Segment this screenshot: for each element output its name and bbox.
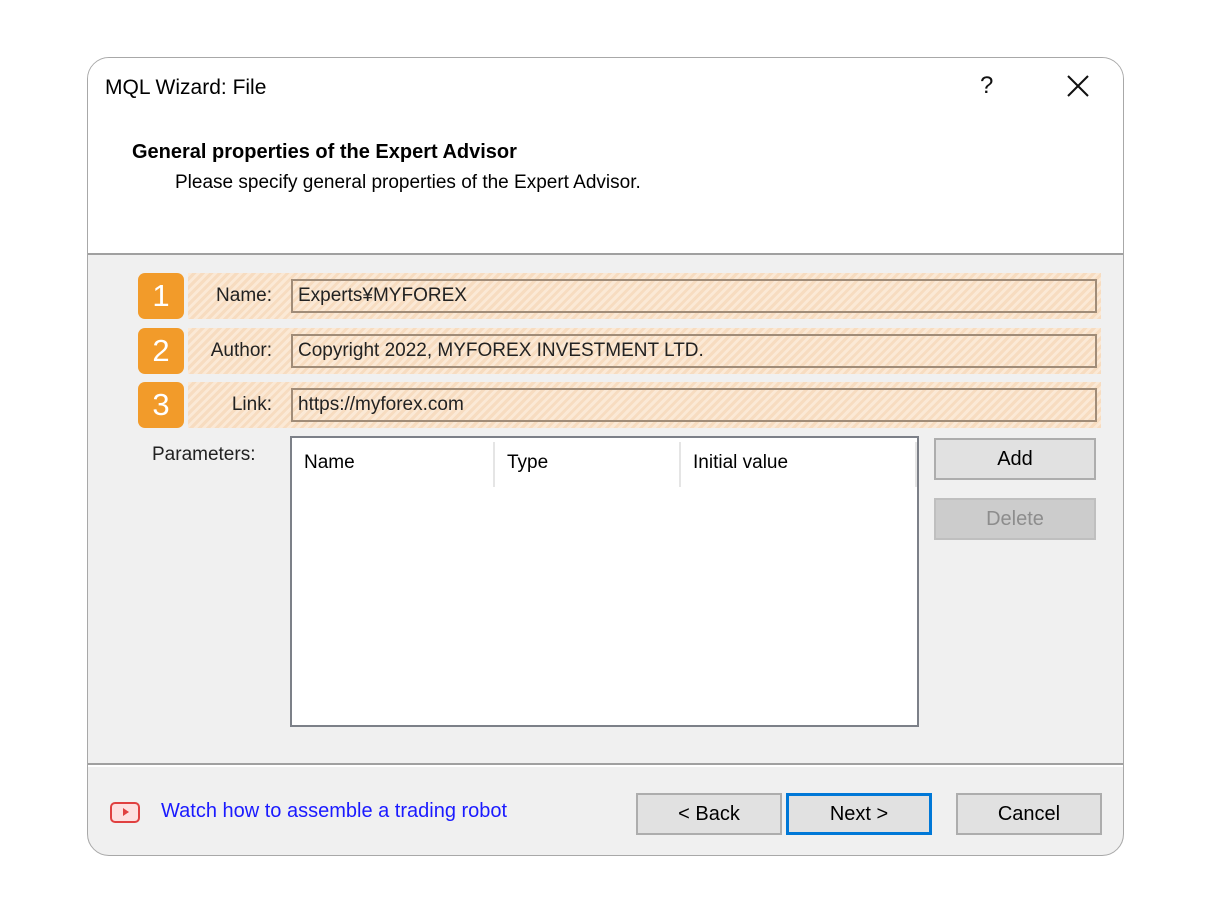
column-header-name[interactable]: Name <box>292 438 493 486</box>
page-heading: General properties of the Expert Advisor <box>132 141 517 163</box>
parameters-label: Parameters: <box>152 444 256 465</box>
step-badge-2: 2 <box>138 328 184 374</box>
step-badge-1: 1 <box>138 273 184 319</box>
page-subheading: Please specify general properties of the… <box>175 172 641 193</box>
name-input[interactable]: Experts¥MYFOREX <box>291 279 1097 313</box>
delete-button[interactable]: Delete <box>934 498 1096 540</box>
column-header-type[interactable]: Type <box>495 438 679 486</box>
link-label: Link: <box>231 394 272 415</box>
watch-video-link[interactable]: Watch how to assemble a trading robot <box>161 800 507 823</box>
mql-wizard-dialog: MQL Wizard: File ? General properties of… <box>87 57 1124 856</box>
parameters-list[interactable]: Name Type Initial value <box>290 436 919 727</box>
dialog-header: MQL Wizard: File ? General properties of… <box>88 58 1123 255</box>
back-button[interactable]: < Back <box>636 793 782 835</box>
footer-divider <box>88 763 1123 767</box>
author-input[interactable]: Copyright 2022, MYFOREX INVESTMENT LTD. <box>291 334 1097 368</box>
name-row: Name: Experts¥MYFOREX <box>188 273 1101 319</box>
window-title: MQL Wizard: File <box>105 76 267 99</box>
close-icon[interactable] <box>1066 74 1090 98</box>
next-button[interactable]: Next > <box>786 793 932 835</box>
step-badge-3: 3 <box>138 382 184 428</box>
column-header-initial-value[interactable]: Initial value <box>681 438 915 486</box>
video-play-icon[interactable] <box>110 802 140 823</box>
column-separator[interactable] <box>915 442 917 487</box>
author-label: Author: <box>210 340 272 361</box>
link-row: Link: https://myforex.com <box>188 382 1101 428</box>
add-button[interactable]: Add <box>934 438 1096 480</box>
help-button[interactable]: ? <box>980 72 993 100</box>
link-input[interactable]: https://myforex.com <box>291 388 1097 422</box>
cancel-button[interactable]: Cancel <box>956 793 1102 835</box>
name-label: Name: <box>216 285 272 306</box>
author-row: Author: Copyright 2022, MYFOREX INVESTME… <box>188 328 1101 374</box>
